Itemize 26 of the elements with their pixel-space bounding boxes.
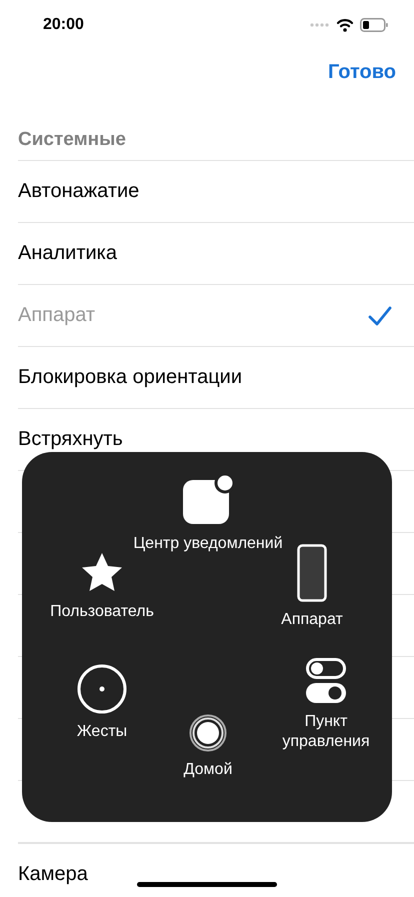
list-row[interactable]: Аналитика [18,223,414,285]
menu-item[interactable]: Пользователь [27,552,177,622]
toggles-icon [306,658,346,704]
wifi-icon [336,18,354,32]
row-label: Аппарат [18,304,96,327]
home-icon [189,714,227,752]
menu-item[interactable]: Пункт управления [261,658,391,752]
status-time: 20:00 [43,16,84,34]
gesture-icon [77,664,127,714]
row-label: Камера [18,863,88,886]
row-label: Встряхнуть [18,428,123,451]
section-header: Системные [17,128,127,152]
menu-item[interactable]: Жесты [47,664,157,742]
menu-item[interactable]: Центр уведомлений [133,474,283,554]
done-button[interactable]: Готово [328,61,396,84]
row-label: Блокировка ориентации [18,366,242,389]
list-row[interactable]: Блокировка ориентации [18,347,414,409]
phone-icon [297,544,327,602]
battery-icon [360,18,388,32]
row-label: Автонажатие [18,180,140,203]
star-icon [80,552,124,594]
list-row[interactable]: Автонажатие [18,161,414,223]
menu-item[interactable]: Домой [158,714,258,780]
signal-icon [310,23,330,27]
row-label: Аналитика [18,242,117,265]
notification-icon [181,474,235,526]
